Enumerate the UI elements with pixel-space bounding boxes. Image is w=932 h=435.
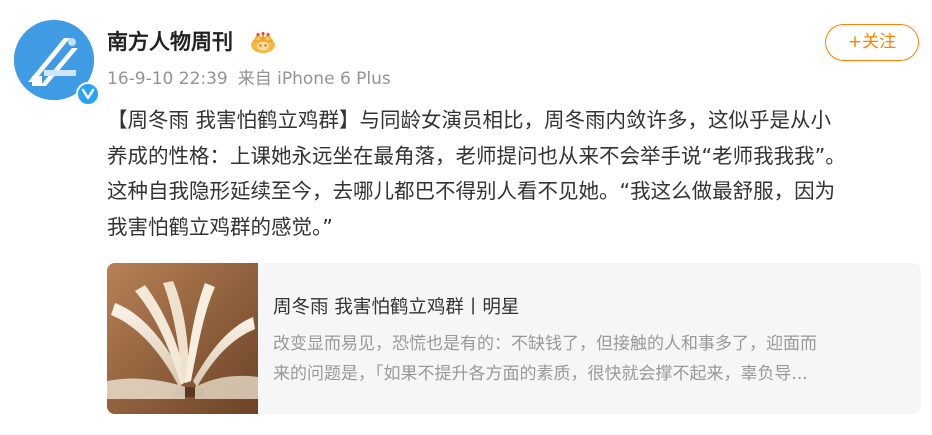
post-source: 来自 iPhone 6 Plus	[237, 69, 391, 89]
card-summary-line: 来的问题是，「如果不提升各方面的素质，很快就会撑不起来，辜负导...	[273, 364, 808, 384]
post-text-line: 这种自我隐形延续至今，去哪儿都巴不得别人看不见她。“我这么做最舒服，因为	[107, 179, 836, 203]
post-meta: 16-9-10 22:39 来自 iPhone 6 Plus	[107, 66, 401, 92]
card-thumbnail	[107, 263, 258, 414]
post-text-line: 我害怕鹤立鸡群的感觉。”	[107, 214, 333, 239]
user-name[interactable]: 南方人物周刊	[107, 28, 233, 56]
crown-vip-icon	[251, 32, 275, 53]
post-text-line: 养成的性格：上课她永远坐在最角落，老师提问也从来不会举手说“老师我我我”。	[107, 143, 846, 168]
card-summary-line: 改变显而易见，恐慌也是有的：不缺钱了，但接触的人和事多了，迎面而	[273, 334, 817, 354]
avatar[interactable]	[14, 20, 100, 106]
link-card[interactable]: 周冬雨 我害怕鹤立鸡群丨明星 改变显而易见，恐慌也是有的：不缺钱了，但接触的人和…	[107, 263, 921, 414]
card-summary: 改变显而易见，恐慌也是有的：不缺钱了，但接触的人和事多了，迎面而 来的问题是，「…	[273, 329, 905, 389]
post-text-line: 【周冬雨 我害怕鹤立鸡群】与同龄女演员相比，周冬雨内敛许多，这似乎是从小	[107, 108, 832, 132]
open-book-image	[107, 263, 258, 414]
follow-button[interactable]: +关注	[825, 24, 919, 61]
post-timestamp[interactable]: 16-9-10 22:39	[107, 69, 228, 89]
card-title[interactable]: 周冬雨 我害怕鹤立鸡群丨明星	[273, 295, 519, 321]
verified-badge-icon	[76, 82, 100, 106]
post-text: 【周冬雨 我害怕鹤立鸡群】与同龄女演员相比，周冬雨内敛许多，这似乎是从小 养成的…	[107, 103, 912, 245]
